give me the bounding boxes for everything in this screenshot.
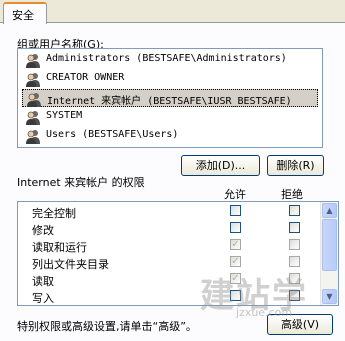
user-group-icon bbox=[26, 73, 40, 87]
watermark-url: jzxue.com bbox=[236, 306, 293, 319]
remove-button[interactable]: 删除(R) bbox=[267, 155, 324, 176]
user-name: CREATOR OWNER bbox=[46, 72, 125, 83]
allow-header: 允许 bbox=[224, 188, 246, 201]
permission-row: 读取和运行 ✓ bbox=[18, 237, 320, 254]
permission-row: 完全控制 bbox=[18, 203, 320, 220]
permission-row: 修改 bbox=[18, 220, 320, 237]
permission-name: 修改 bbox=[32, 224, 54, 237]
user-item[interactable]: CREATOR OWNER bbox=[22, 70, 318, 88]
user-item[interactable]: SYSTEM bbox=[22, 108, 318, 126]
user-item[interactable]: Users (BESTSAFE\Users) bbox=[22, 127, 318, 145]
users-listbox[interactable]: Administrators (BESTSAFE\Administrators)… bbox=[17, 48, 323, 148]
user-group-icon bbox=[26, 130, 40, 144]
scroll-down-icon[interactable]: ▼ bbox=[322, 289, 337, 304]
user-name: Users (BESTSAFE\Users) bbox=[46, 129, 179, 140]
user-item[interactable]: Administrators (BESTSAFE\Administrators) bbox=[22, 51, 318, 69]
permission-name: 写入 bbox=[32, 292, 54, 305]
allow-checkbox[interactable]: ✓ bbox=[230, 239, 241, 250]
deny-checkbox[interactable] bbox=[289, 239, 300, 250]
deny-checkbox[interactable] bbox=[289, 205, 300, 216]
permissions-scrollbar[interactable]: ▲ ▼ bbox=[320, 202, 338, 305]
scroll-up-icon[interactable]: ▲ bbox=[322, 203, 337, 218]
add-button[interactable]: 添加(D)... bbox=[181, 155, 260, 176]
tab-security-label: 安全 bbox=[12, 9, 34, 22]
deny-checkbox[interactable] bbox=[289, 222, 300, 233]
tab-security[interactable]: 安全 bbox=[3, 2, 47, 24]
scroll-thumb[interactable] bbox=[322, 219, 337, 271]
user-name: Internet 来宾帐户 (BESTSAFE\IUSR_BESTSAFE) bbox=[47, 96, 292, 107]
user-name: Administrators (BESTSAFE\Administrators) bbox=[46, 53, 287, 64]
allow-checkbox[interactable]: ✓ bbox=[230, 256, 241, 267]
user-group-icon bbox=[27, 93, 41, 107]
deny-checkbox[interactable] bbox=[289, 256, 300, 267]
permission-name: 完全控制 bbox=[32, 207, 76, 220]
user-name: SYSTEM bbox=[46, 110, 83, 121]
advanced-note: 特别权限或高级设置,请单击“高级”。 bbox=[17, 320, 197, 333]
permission-name: 读取和运行 bbox=[32, 241, 87, 254]
permissions-label: Internet 来宾帐户 的权限 bbox=[17, 176, 145, 189]
user-item[interactable]: Internet 来宾帐户 (BESTSAFE\IUSR_BESTSAFE) bbox=[22, 89, 318, 107]
permission-name: 读取 bbox=[32, 275, 54, 288]
deny-header: 拒绝 bbox=[281, 188, 303, 201]
allow-checkbox[interactable] bbox=[230, 205, 241, 216]
user-group-icon bbox=[26, 111, 40, 125]
permission-name: 列出文件夹目录 bbox=[32, 258, 109, 271]
user-group-icon bbox=[26, 54, 40, 68]
allow-checkbox[interactable] bbox=[230, 222, 241, 233]
